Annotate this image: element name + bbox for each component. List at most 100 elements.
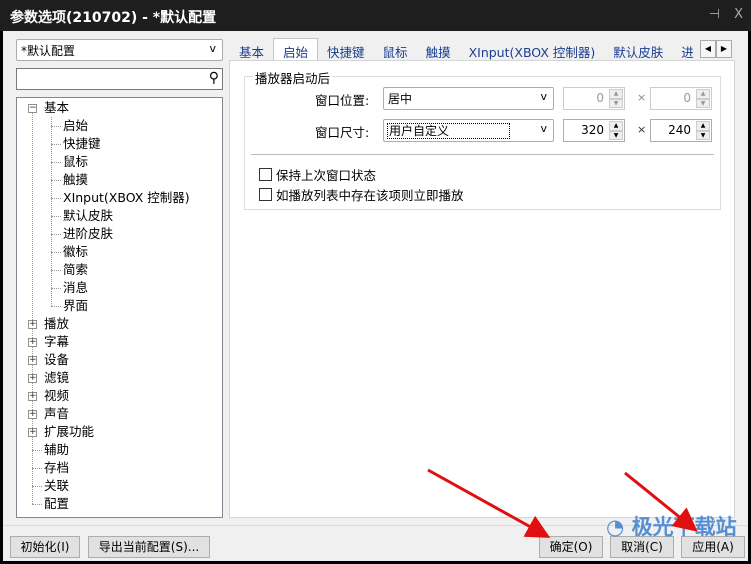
spin-down-icon[interactable]: ▼ (696, 130, 710, 140)
spin-down-icon[interactable]: ▼ (609, 98, 623, 108)
profile-select[interactable]: *默认配置 v (16, 39, 223, 61)
tab-panel-startup: 播放器启动后 窗口位置: 居中 v 0 ▲ ▼ × 0 ▲ ▼ 窗口尺寸: 用户自定义 v … (229, 60, 735, 518)
tree-line (51, 126, 61, 127)
group-title: 播放器启动后 (253, 68, 333, 87)
tree-item[interactable]: 配置 (44, 495, 69, 513)
tree-item[interactable]: 声音 (44, 405, 69, 423)
tree-line (51, 117, 52, 306)
tree-item-child[interactable]: 界面 (63, 297, 88, 315)
spin-down-icon[interactable]: ▼ (609, 130, 623, 140)
spin-up-icon[interactable]: ▲ (696, 89, 710, 99)
tab-5[interactable]: XInput(XBOX 控制器) (460, 39, 605, 60)
tab-2[interactable]: 快捷键 (318, 39, 374, 60)
expand-icon[interactable]: + (28, 374, 37, 383)
tree-item-child[interactable]: 简索 (63, 261, 88, 279)
tree-line (51, 216, 61, 217)
spin-up-icon[interactable]: ▲ (609, 89, 623, 99)
chevron-down-icon: v (540, 90, 547, 103)
tab-3[interactable]: 鼠标 (374, 39, 417, 60)
position-select[interactable]: 居中 v (383, 87, 554, 110)
tree-line (51, 198, 61, 199)
title-bar: 参数选项(210702) - *默认配置 ⊣ X (0, 0, 751, 31)
tree-line (51, 270, 61, 271)
tab-1[interactable]: 启始 (273, 38, 319, 61)
tree-item[interactable]: 存档 (44, 459, 69, 477)
checkbox-box[interactable] (259, 168, 272, 181)
tab-6[interactable]: 默认皮肤 (604, 39, 672, 60)
pos-x-value: 0 (596, 91, 604, 105)
tree-item[interactable]: 视频 (44, 387, 69, 405)
tree-item-child[interactable]: 启始 (63, 117, 88, 135)
tree-line (32, 504, 42, 505)
expand-icon[interactable]: + (28, 338, 37, 347)
profile-value: *默认配置 (21, 44, 76, 58)
tree-line (51, 288, 61, 289)
spin-down-icon[interactable]: ▼ (696, 98, 710, 108)
width-value: 320 (581, 123, 604, 137)
tree-item-child[interactable]: 鼠标 (63, 153, 88, 171)
tree-item-child[interactable]: 徽标 (63, 243, 88, 261)
startup-group: 播放器启动后 窗口位置: 居中 v 0 ▲ ▼ × 0 ▲ ▼ 窗口尺寸: 用户自定义 v … (244, 68, 721, 210)
expand-icon[interactable]: + (28, 428, 37, 437)
tree-item[interactable]: 辅助 (44, 441, 69, 459)
search-icon[interactable]: ⚲ (209, 70, 219, 86)
size-label: 窗口尺寸: (315, 125, 370, 140)
width-stepper[interactable]: 320 ▲ ▼ (563, 119, 625, 142)
close-button[interactable]: X (734, 7, 743, 22)
tree-item[interactable]: 关联 (44, 477, 69, 495)
tree-line (32, 450, 42, 451)
tree-item-child[interactable]: 进阶皮肤 (63, 225, 113, 243)
size-select[interactable]: 用户自定义 v (383, 119, 554, 142)
init-button[interactable]: 初始化(I) (10, 536, 80, 558)
position-x-stepper[interactable]: 0 ▲ ▼ (563, 87, 625, 110)
tree-item[interactable]: 播放 (44, 315, 69, 333)
tree-line (32, 112, 33, 504)
export-config-button[interactable]: 导出当前配置(S)... (88, 536, 210, 558)
expand-icon[interactable]: + (28, 392, 37, 401)
tree-line (32, 468, 42, 469)
tab-scroll-left-icon[interactable]: ◀ (700, 40, 716, 58)
pin-icon[interactable]: ⊣ (709, 7, 720, 22)
expand-icon[interactable]: + (28, 320, 37, 329)
tree-line (32, 486, 42, 487)
play-if-in-list-checkbox[interactable]: 如播放列表中存在该项则立即播放 (259, 185, 464, 204)
ok-button[interactable]: 确定(O) (539, 536, 603, 558)
tree-item-root[interactable]: 基本 (44, 99, 69, 117)
tab-7[interactable]: 进 (672, 39, 703, 60)
dialog-body: *默认配置 v ⚲ − 基本 启始 快捷键 鼠标 触摸 XInput(XBOX 控制器) 默认… (3, 31, 748, 561)
tree-item[interactable]: 扩展功能 (44, 423, 94, 441)
spin-up-icon[interactable]: ▲ (696, 121, 710, 131)
tab-scroll: ◀ ▶ (700, 40, 732, 58)
collapse-icon[interactable]: − (28, 104, 37, 113)
tree-item-child[interactable]: 消息 (63, 279, 88, 297)
settings-tree[interactable]: − 基本 启始 快捷键 鼠标 触摸 XInput(XBOX 控制器) 默认皮肤 进阶皮肤 徽标 简索… (16, 97, 223, 518)
times-sign: × (637, 91, 647, 104)
position-y-stepper[interactable]: 0 ▲ ▼ (650, 87, 712, 110)
play-if-in-list-label: 如播放列表中存在该项则立即播放 (276, 188, 464, 203)
expand-icon[interactable]: + (28, 410, 37, 419)
chevron-down-icon: v (209, 42, 216, 55)
search-input[interactable]: ⚲ (16, 68, 223, 90)
checkbox-box[interactable] (259, 188, 272, 201)
keep-state-label: 保持上次窗口状态 (276, 168, 377, 183)
tree-item-child[interactable]: 触摸 (63, 171, 88, 189)
tree-line (51, 180, 61, 181)
tab-0[interactable]: 基本 (230, 39, 273, 60)
window-title: 参数选项(210702) - *默认配置 (10, 10, 217, 26)
tree-item-child[interactable]: 默认皮肤 (63, 207, 113, 225)
tree-item-child[interactable]: 快捷键 (63, 135, 101, 153)
expand-icon[interactable]: + (28, 356, 37, 365)
tree-line (51, 162, 61, 163)
tree-line (51, 234, 61, 235)
spin-up-icon[interactable]: ▲ (609, 121, 623, 131)
tree-item[interactable]: 字幕 (44, 333, 69, 351)
size-value: 用户自定义 (386, 123, 511, 139)
tab-4[interactable]: 触摸 (417, 39, 460, 60)
chevron-down-icon: v (540, 122, 547, 135)
tree-item-child[interactable]: XInput(XBOX 控制器) (63, 189, 190, 207)
tab-scroll-right-icon[interactable]: ▶ (716, 40, 732, 58)
tree-item[interactable]: 设备 (44, 351, 69, 369)
height-stepper[interactable]: 240 ▲ ▼ (650, 119, 712, 142)
keep-state-checkbox[interactable]: 保持上次窗口状态 (259, 165, 376, 184)
tree-item[interactable]: 滤镜 (44, 369, 69, 387)
